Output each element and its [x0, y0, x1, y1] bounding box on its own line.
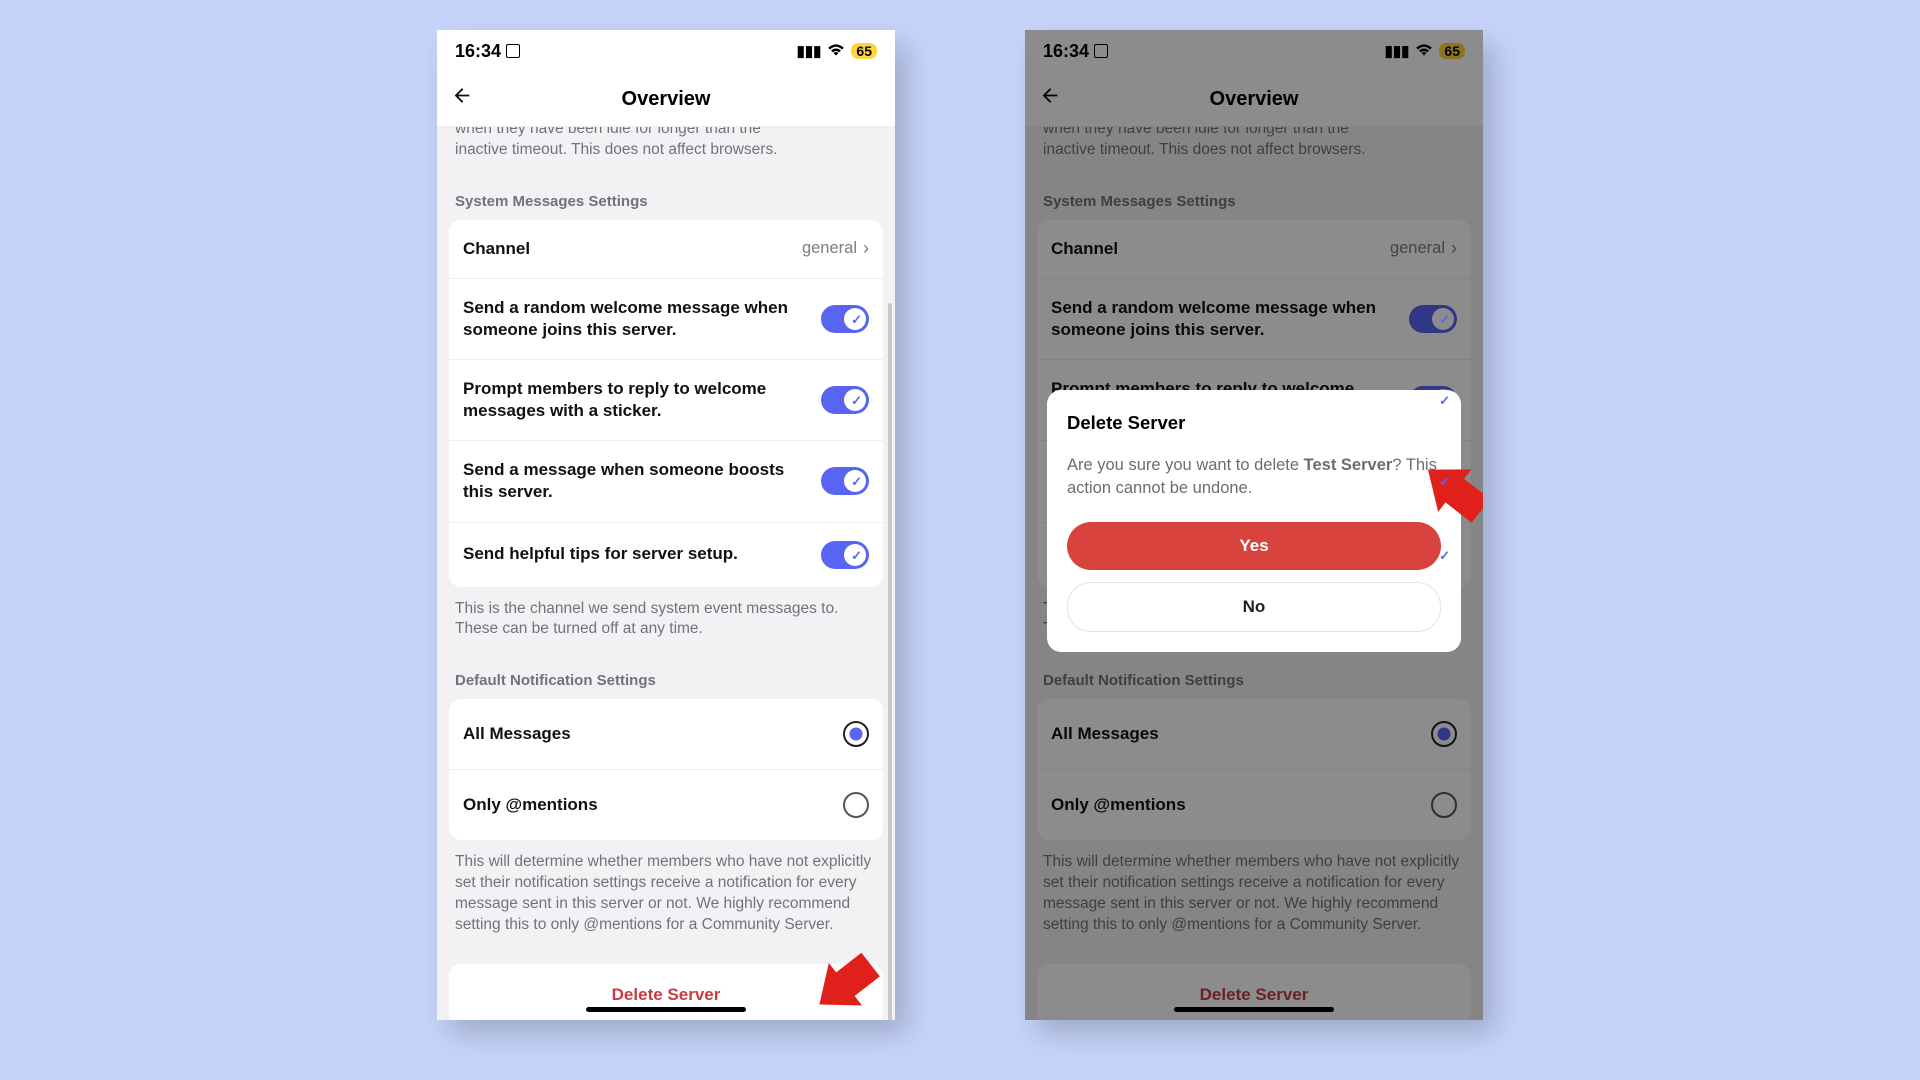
channel-row[interactable]: Channel general ›: [449, 220, 883, 279]
boost-toggle[interactable]: ✓: [821, 467, 869, 495]
status-time: 16:34: [455, 41, 520, 62]
phone-settings: 16:34 ▮▮▮ 65 Overview when they have bee…: [437, 30, 895, 1020]
back-button[interactable]: [451, 85, 473, 114]
sticker-toggle[interactable]: ✓: [821, 386, 869, 414]
only-mentions-radio[interactable]: [843, 792, 869, 818]
dialog-title: Delete Server: [1067, 412, 1441, 434]
dialog-body: Are you sure you want to delete Test Ser…: [1067, 454, 1441, 500]
confirm-yes-button[interactable]: Yes: [1067, 522, 1441, 570]
delete-confirm-dialog: Delete Server Are you sure you want to d…: [1047, 390, 1461, 652]
calendar-icon: [506, 44, 520, 58]
tips-toggle-row: Send helpful tips for server setup. ✓: [449, 523, 883, 587]
chevron-right-icon: ›: [863, 238, 869, 259]
welcome-toggle-row: Send a random welcome message when someo…: [449, 279, 883, 360]
scrollbar[interactable]: [888, 303, 892, 1020]
channel-value: general: [802, 239, 857, 258]
boost-toggle-row: Send a message when someone boosts this …: [449, 441, 883, 522]
wifi-icon: [827, 43, 845, 59]
confirm-no-button[interactable]: No: [1067, 582, 1441, 632]
all-messages-row[interactable]: All Messages: [449, 699, 883, 770]
notifications-footer: This will determine whether members who …: [449, 840, 883, 936]
cellular-icon: ▮▮▮: [797, 44, 822, 59]
page-title: Overview: [622, 88, 711, 111]
welcome-toggle[interactable]: ✓: [821, 305, 869, 333]
system-messages-card: Channel general › Send a random welcome …: [449, 220, 883, 587]
navbar: Overview: [437, 72, 895, 127]
notifications-card: All Messages Only @mentions: [449, 699, 883, 840]
home-indicator: [586, 1007, 746, 1012]
phone-dialog: 16:34 ▮▮▮ 65 Overview when they have bee…: [1025, 30, 1483, 1020]
section-header-notifications: Default Notification Settings: [449, 640, 883, 699]
battery-indicator: 65: [851, 43, 877, 59]
sticker-toggle-row: Prompt members to reply to welcome messa…: [449, 360, 883, 441]
system-footer: This is the channel we send system event…: [449, 587, 883, 641]
only-mentions-row[interactable]: Only @mentions: [449, 770, 883, 840]
section-header-system: System Messages Settings: [449, 161, 883, 220]
status-bar: 16:34 ▮▮▮ 65: [437, 30, 895, 72]
channel-label: Channel: [463, 238, 548, 260]
truncated-helper: when they have been idle for longer than…: [449, 127, 883, 161]
all-messages-radio[interactable]: [843, 721, 869, 747]
tips-toggle[interactable]: ✓: [821, 541, 869, 569]
